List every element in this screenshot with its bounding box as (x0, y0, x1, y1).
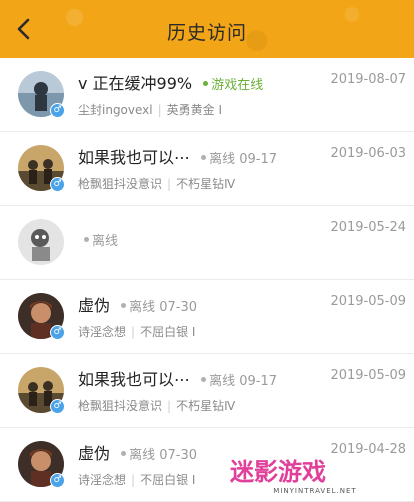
visitor-list: ♂ ⅴ 正在缓冲99% 游戏在线 尘封ingovexl | 英勇黄金 Ⅰ 2019-… (0, 58, 414, 502)
avatar: ♂ (18, 293, 65, 340)
rank-label: 不朽星钻Ⅳ (176, 177, 236, 191)
status-label: 离线 (84, 234, 118, 249)
rank-label: 英勇黄金 Ⅰ (166, 103, 223, 117)
male-icon: ♂ (50, 399, 65, 414)
game-nickname: 枪飘狙抖没意识 (78, 177, 163, 191)
visit-date: 2019-05-24 (330, 220, 406, 235)
watermark-url: MINYINTRAVEL.NET (273, 487, 357, 495)
status-dot-icon (121, 451, 127, 456)
avatar: ♂ (18, 367, 65, 414)
page-title: 历史访问 (166, 22, 247, 44)
visitor-name: 如果我也可以⋯ (78, 148, 191, 167)
header-bar: 历史访问 (0, 0, 414, 58)
avatar (18, 219, 64, 265)
visitor-name: 虚伪 (78, 296, 111, 315)
rank-label: 不屈白银 Ⅰ (140, 473, 196, 487)
male-icon: ♂ (50, 473, 65, 488)
visit-date: 2019-08-07 (330, 72, 406, 87)
status-label: 离线 07-30 (121, 448, 197, 463)
game-nickname: 尘封ingovexl (78, 103, 153, 117)
avatar: ♂ (18, 71, 65, 118)
visitor-row[interactable]: ♂ ⅴ 正在缓冲99% 游戏在线 尘封ingovexl | 英勇黄金 Ⅰ 2019-… (0, 58, 414, 132)
site-watermark: 迷影游戏 MINYINTRAVEL.NET (230, 452, 400, 495)
status-dot-icon (84, 237, 89, 242)
rank-label: 不朽星钻Ⅳ (176, 399, 236, 413)
visitor-name: 虚伪 (78, 444, 111, 463)
visitor-row[interactable]: 离线 2019-05-24 (0, 206, 414, 280)
game-nickname: 枪飘狙抖没意识 (78, 399, 163, 413)
visitor-row[interactable]: ♂ 如果我也可以⋯ 离线 09-17 枪飘狙抖没意识 | 不朽星钻Ⅳ 2019-06… (0, 132, 414, 206)
visitor-row[interactable]: ♂ 虚伪 离线 07-30 诗淫念想 | 不屈白银 Ⅰ 2019-05-09 (0, 280, 414, 354)
game-nickname: 诗淫念想 (78, 473, 127, 487)
visitor-name: 如果我也可以⋯ (78, 370, 191, 389)
male-icon: ♂ (50, 325, 65, 340)
status-label: 离线 09-17 (201, 152, 277, 167)
status-label: 离线 09-17 (201, 374, 277, 389)
status-dot-icon (203, 81, 209, 86)
visit-date: 2019-05-09 (330, 368, 406, 383)
visit-date: 2019-06-03 (330, 146, 406, 161)
avatar: ♂ (18, 145, 65, 192)
male-icon: ♂ (50, 177, 65, 192)
visit-date: 2019-05-09 (330, 294, 406, 309)
visitor-row[interactable]: ♂ 如果我也可以⋯ 离线 09-17 枪飘狙抖没意识 | 不朽星钻Ⅳ 2019-05… (0, 354, 414, 428)
status-label: 游戏在线 (203, 78, 263, 93)
male-icon: ♂ (50, 103, 65, 118)
watermark-logo: 迷影游戏 (230, 458, 326, 486)
status-dot-icon (201, 155, 207, 160)
visitor-name: ⅴ 正在缓冲99% (78, 74, 193, 93)
status-label: 离线 07-30 (121, 300, 197, 315)
rank-label: 不屈白银 Ⅰ (140, 325, 196, 339)
game-nickname: 诗淫念想 (78, 325, 127, 339)
avatar: ♂ (18, 441, 65, 488)
status-dot-icon (121, 303, 127, 308)
status-dot-icon (201, 377, 207, 382)
